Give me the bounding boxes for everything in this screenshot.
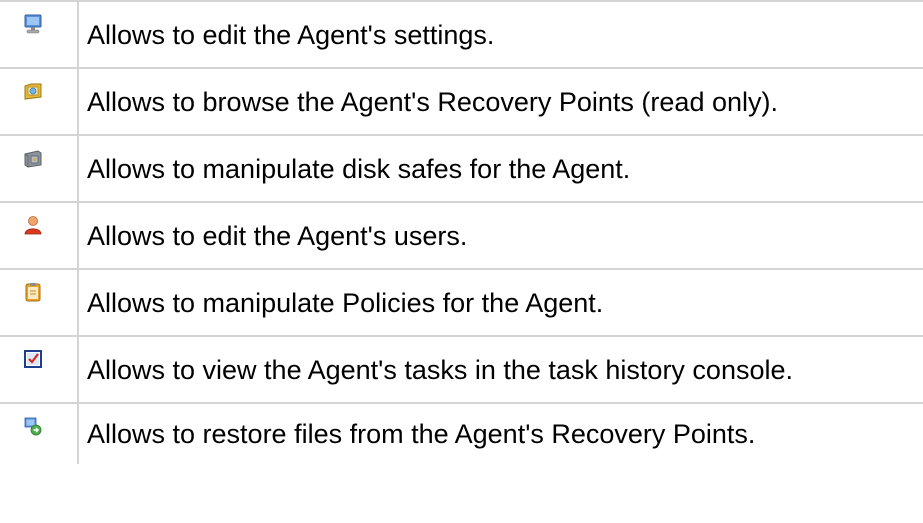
permissions-table: Allows to edit the Agent's settings. All… bbox=[0, 0, 923, 464]
table-row: Allows to manipulate disk safes for the … bbox=[0, 135, 923, 203]
table-row: Allows to manipulate Policies for the Ag… bbox=[0, 269, 923, 337]
permission-text: Allows to browse the Agent's Recovery Po… bbox=[78, 68, 923, 136]
permission-text: Allows to view the Agent's tasks in the … bbox=[78, 336, 923, 404]
user-icon bbox=[23, 215, 43, 235]
table-row: Allows to edit the Agent's users. bbox=[0, 202, 923, 270]
table-row: Allows to edit the Agent's settings. bbox=[0, 0, 923, 69]
permission-text: Allows to edit the Agent's users. bbox=[78, 202, 923, 270]
table-row: Allows to restore files from the Agent's… bbox=[0, 403, 923, 464]
table-row: Allows to browse the Agent's Recovery Po… bbox=[0, 68, 923, 136]
table-row: Allows to view the Agent's tasks in the … bbox=[0, 336, 923, 404]
permission-text: Allows to edit the Agent's settings. bbox=[78, 0, 923, 69]
policy-clipboard-icon bbox=[23, 282, 43, 302]
task-history-icon bbox=[23, 349, 43, 369]
restore-files-icon bbox=[23, 416, 43, 436]
disk-safe-icon bbox=[23, 148, 43, 168]
permission-text: Allows to manipulate Policies for the Ag… bbox=[78, 269, 923, 337]
permission-text: Allows to manipulate disk safes for the … bbox=[78, 135, 923, 203]
recovery-points-icon bbox=[23, 81, 43, 101]
permission-text: Allows to restore files from the Agent's… bbox=[87, 419, 756, 449]
computer-icon bbox=[23, 14, 43, 34]
